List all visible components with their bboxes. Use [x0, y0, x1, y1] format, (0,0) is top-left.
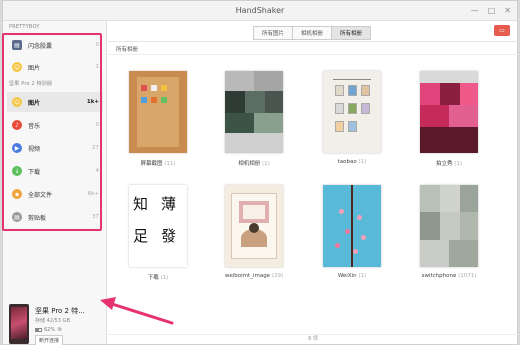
album-name: weiboimt_image — [224, 273, 271, 279]
album-thumbnail — [420, 71, 478, 153]
battery-level: 62% — [44, 326, 56, 333]
album-count: (1) — [261, 161, 270, 167]
status-bar: 8 项 — [108, 334, 518, 344]
album-switchphone[interactable]: switchphone (1071) — [414, 185, 484, 279]
album-weibo[interactable]: weiboimt_image (29) — [219, 185, 289, 279]
album-count: (1) — [358, 273, 367, 279]
calligraphy-char: 知 — [133, 195, 149, 213]
album-count: (1) — [454, 161, 463, 167]
album-name: 拍立秀 — [435, 161, 453, 167]
album-thumbnail: 知 薄 足 發 — [129, 185, 187, 267]
album-name: 相机相册 — [238, 161, 261, 167]
album-thumbnail — [225, 71, 283, 153]
album-taobao[interactable]: taobao (1) — [317, 71, 387, 165]
wifi-icon: ≋ — [57, 326, 63, 333]
tab-camera[interactable]: 相机相册 — [293, 26, 333, 40]
album-thumbnail — [225, 185, 283, 267]
album-thumbnail — [129, 71, 187, 153]
sidebar-highlight-annotation — [2, 33, 102, 231]
album-count: (1071) — [458, 273, 477, 279]
breadcrumb: 所有相册 — [108, 41, 518, 55]
calligraphy-char: 薄 — [161, 195, 177, 213]
album-thumbnail — [323, 185, 381, 267]
album-name: taobao — [337, 159, 357, 165]
album-count: (1) — [358, 159, 367, 165]
album-weixin[interactable]: WeiXin (1) — [317, 185, 387, 279]
album-polaroid[interactable]: 拍立秀 (1) — [414, 71, 484, 167]
album-download[interactable]: 知 薄 足 發 下载 (1) — [123, 185, 193, 281]
delete-icon: ▭ — [499, 27, 505, 34]
device-battery: 62% ≋ — [35, 326, 62, 333]
device-storage: 存储 42/53 GB — [35, 318, 70, 324]
album-count: (11) — [164, 161, 176, 167]
album-thumbnail — [323, 71, 381, 153]
album-count: (29) — [271, 273, 284, 279]
calligraphy-char: 足 — [133, 227, 149, 245]
title-bar: HandShaker — □ ✕ — [3, 1, 517, 21]
main-content: 所有图片 相机相册 所有相册 ▭ 所有相册 屏幕截图 (11) 相机相册 (1)… — [108, 21, 518, 344]
connected-device-panel: 坚果 Pro 2 特... 存储 42/53 GB 62% ≋ 断开连接 — [3, 302, 107, 345]
album-screenshots[interactable]: 屏幕截图 (11) — [123, 71, 193, 167]
disconnect-button[interactable]: 断开连接 — [35, 335, 64, 345]
phone-thumbnail — [9, 304, 29, 344]
window-controls: — □ ✕ — [471, 6, 511, 15]
tab-all-albums[interactable]: 所有相册 — [332, 26, 372, 40]
album-name: 屏幕截图 — [140, 161, 163, 167]
album-name: WeiXin — [337, 273, 357, 279]
album-count: (1) — [160, 275, 169, 281]
calligraphy-char: 發 — [161, 227, 177, 245]
view-tabs: 所有图片 相机相册 所有相册 — [253, 26, 372, 40]
album-thumbnail — [420, 185, 478, 267]
device-name: 坚果 Pro 2 特... — [35, 307, 85, 315]
battery-icon — [35, 327, 42, 332]
album-name: switchphone — [421, 273, 457, 279]
album-name: 下载 — [147, 275, 159, 281]
computer-section-label: PRETTYBOY — [9, 24, 40, 30]
toolbar: 所有图片 相机相册 所有相册 ▭ — [108, 21, 518, 41]
album-camera[interactable]: 相机相册 (1) — [219, 71, 289, 167]
delete-button[interactable]: ▭ — [494, 25, 510, 36]
tab-all-photos[interactable]: 所有图片 — [253, 26, 294, 40]
maximize-button[interactable]: □ — [488, 6, 496, 15]
window-title: HandShaker — [235, 6, 285, 15]
minimize-button[interactable]: — — [471, 6, 479, 15]
close-button[interactable]: ✕ — [504, 6, 511, 15]
